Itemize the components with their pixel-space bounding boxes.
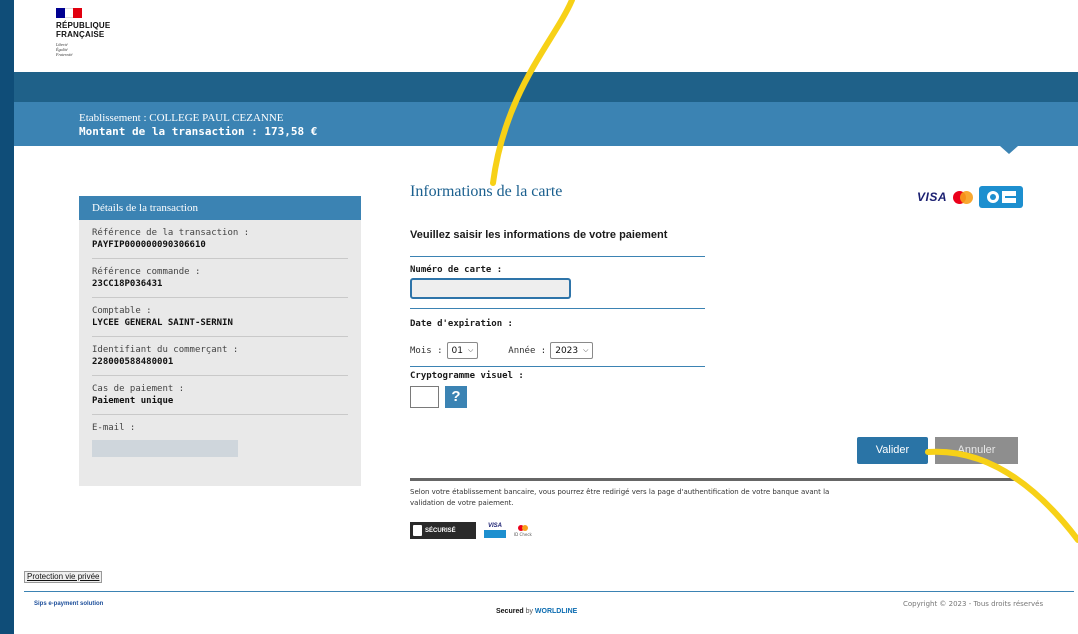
details-title: Détails de la transaction [79, 196, 361, 220]
cvv-input[interactable] [410, 386, 439, 408]
form-subtitle: Veuillez saisir les informations de votr… [410, 229, 668, 241]
visa-logo-icon: VISA [917, 190, 948, 204]
detail-value: Paiement unique [92, 396, 174, 406]
chevron-down-icon: ⌵ [467, 346, 474, 354]
detail-accountant: Comptable : LYCEE GENERAL SAINT-SERNIN [92, 298, 348, 337]
card-number-label: Numéro de carte : [410, 265, 503, 275]
detail-email: E-mail : [92, 415, 348, 464]
mastercard-logo-icon [517, 524, 528, 531]
secure-payment-badge: SÉCURISÉ [410, 522, 476, 539]
payment-page: RÉPUBLIQUE FRANÇAISE Liberté Égalité Fra… [14, 0, 1078, 634]
detail-label: Identifiant du commerçant : [92, 345, 239, 355]
security-badges: SÉCURISÉ VISA ID Check [410, 522, 532, 539]
republique-francaise-logo: RÉPUBLIQUE FRANÇAISE Liberté Égalité Fra… [56, 8, 110, 57]
republic-name-line1: RÉPUBLIQUE [56, 21, 111, 30]
mini-visa-text: VISA [487, 523, 502, 529]
month-select[interactable]: 01 ⌵ [446, 342, 479, 359]
republic-motto: Liberté Égalité Fraternité [56, 42, 110, 57]
card-brands: VISA [917, 186, 1024, 208]
form-separator [410, 478, 1018, 481]
establishment-name: Etablissement : COLLEGE PAUL CEZANNE [79, 112, 284, 124]
banner-notch-arrow [1000, 146, 1018, 154]
detail-value: PAYFIP000000090306610 [92, 240, 206, 250]
sips-link[interactable]: Sips e-payment solution [34, 601, 103, 607]
card-info-title: Informations de la carte [410, 183, 563, 200]
month-value: 01 [451, 345, 463, 356]
cvv-help-button[interactable]: ? [445, 386, 467, 408]
detail-value: 23CC18P036431 [92, 279, 163, 289]
secured-by-worldline: Secured by WORLDLINE [496, 608, 577, 615]
year-select[interactable]: 2023 ⌵ [550, 342, 594, 359]
mini-cb-icon [484, 530, 506, 538]
detail-payment-case: Cas de paiement : Paiement unique [92, 376, 348, 415]
mini-mastercard-badge: ID Check [514, 524, 532, 537]
chevron-down-icon: ⌵ [583, 346, 589, 354]
detail-order-reference: Référence commande : 23CC18P036431 [92, 259, 348, 298]
detail-value: 228000588480001 [92, 357, 174, 367]
submit-button[interactable]: Valider [857, 437, 928, 464]
email-redacted-box [92, 440, 238, 457]
year-label: Année : [508, 345, 547, 356]
bank-redirect-notice: Selon votre établissement bancaire, vous… [410, 488, 830, 507]
detail-label: Comptable : [92, 306, 152, 316]
french-flag-icon [56, 8, 83, 18]
carte-bancaire-logo-icon [979, 186, 1024, 208]
detail-label: Référence commande : [92, 267, 201, 277]
transaction-banner: Etablissement : COLLEGE PAUL CEZANNE Mon… [14, 102, 1078, 146]
divider [410, 308, 705, 309]
cancel-button[interactable]: Annuler [935, 437, 1018, 464]
copyright: Copyright © 2023 - Tous droits réservés [903, 600, 1044, 608]
worldline-logo: WORLDLINE [534, 608, 578, 615]
footer-divider [24, 591, 1074, 592]
mini-visa-badge: VISA [484, 523, 506, 538]
card-number-input[interactable] [410, 278, 571, 299]
secure-badge-text: SÉCURISÉ [425, 527, 456, 534]
detail-label: Référence de la transaction : [92, 228, 250, 238]
motto-fraternite: Fraternité [56, 52, 73, 57]
expiry-label: Date d'expiration : [410, 319, 513, 329]
divider [410, 366, 705, 367]
detail-transaction-reference: Référence de la transaction : PAYFIP0000… [92, 220, 348, 259]
detail-merchant-id: Identifiant du commerçant : 228000588480… [92, 337, 348, 376]
expiry-row: Mois : 01 ⌵ Année : 2023 ⌵ [410, 342, 594, 359]
lock-icon [413, 525, 422, 536]
transaction-details-panel: Détails de la transaction Référence de l… [79, 196, 361, 486]
month-label: Mois : [410, 345, 443, 356]
detail-value: LYCEE GENERAL SAINT-SERNIN [92, 318, 233, 328]
cvv-label: Cryptogramme visuel : [410, 371, 524, 381]
republic-name-line2: FRANÇAISE [56, 30, 105, 39]
transaction-amount: Montant de la transaction : 173,58 € [79, 125, 318, 138]
mastercard-logo-icon [953, 190, 974, 204]
detail-label: E-mail : [92, 423, 136, 433]
secured-by-text: by [523, 608, 535, 615]
privacy-link[interactable]: Protection vie privée [24, 571, 103, 583]
secured-text: Secured [496, 608, 524, 615]
divider [410, 256, 705, 257]
top-nav-bar [14, 72, 1078, 102]
id-check-text: ID Check [514, 531, 532, 537]
year-value: 2023 [555, 345, 579, 356]
republic-name: RÉPUBLIQUE FRANÇAISE [56, 21, 110, 39]
detail-label: Cas de paiement : [92, 384, 185, 394]
